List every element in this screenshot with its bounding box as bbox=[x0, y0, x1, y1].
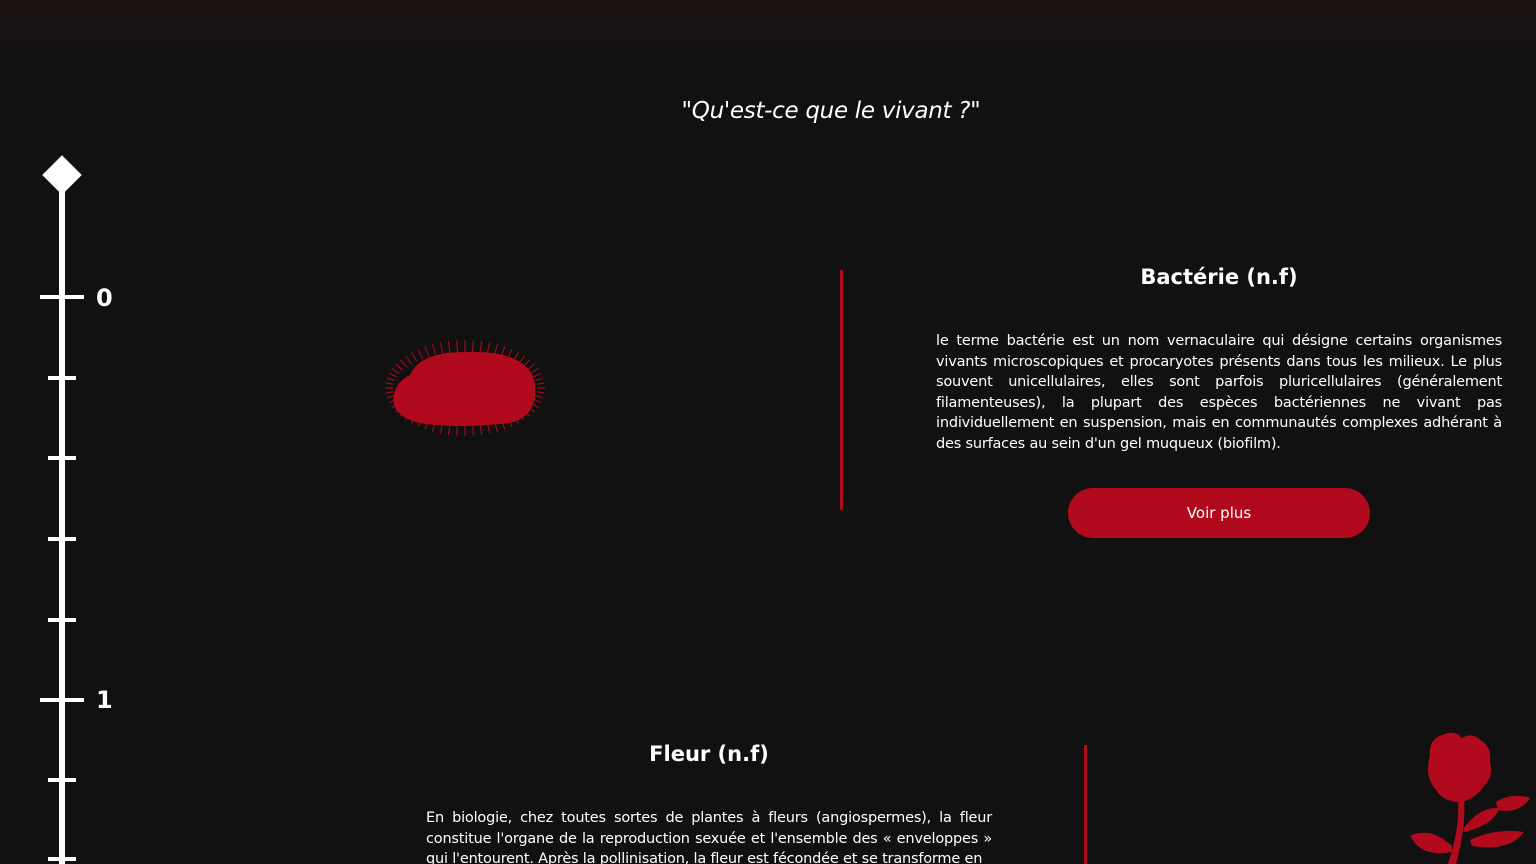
voir-plus-button[interactable]: Voir plus bbox=[1068, 488, 1370, 538]
rose-icon bbox=[1410, 732, 1530, 864]
timeline-major-tick bbox=[40, 295, 84, 299]
timeline-label-1: 1 bbox=[96, 686, 113, 714]
flower-title: Fleur (n.f) bbox=[649, 742, 769, 766]
section-divider bbox=[1084, 745, 1087, 864]
timeline-line bbox=[59, 182, 65, 864]
flower-description: En biologie, chez toutes sortes de plant… bbox=[426, 810, 992, 864]
bacteria-title: Bactérie (n.f) bbox=[1140, 265, 1298, 289]
page: "Qu'est-ce que le vivant ?" 0 1 Bactérie… bbox=[0, 0, 1536, 864]
bacteria-icon bbox=[385, 340, 545, 436]
top-band bbox=[0, 0, 1536, 70]
page-quote: "Qu'est-ce que le vivant ?" bbox=[681, 98, 981, 124]
timeline-major-tick bbox=[40, 698, 84, 702]
timeline-minor-tick bbox=[48, 857, 76, 861]
timeline-minor-tick bbox=[48, 456, 76, 460]
section-divider bbox=[840, 270, 843, 510]
bacteria-description: le terme bactérie est un nom vernaculair… bbox=[936, 333, 1502, 452]
timeline-label-0: 0 bbox=[96, 284, 113, 312]
timeline-minor-tick bbox=[48, 537, 76, 541]
timeline-minor-tick bbox=[48, 778, 76, 782]
timeline-minor-tick bbox=[48, 376, 76, 380]
timeline-minor-tick bbox=[48, 618, 76, 622]
timeline-diamond-icon[interactable] bbox=[42, 155, 82, 195]
timeline: 0 1 bbox=[0, 0, 140, 864]
